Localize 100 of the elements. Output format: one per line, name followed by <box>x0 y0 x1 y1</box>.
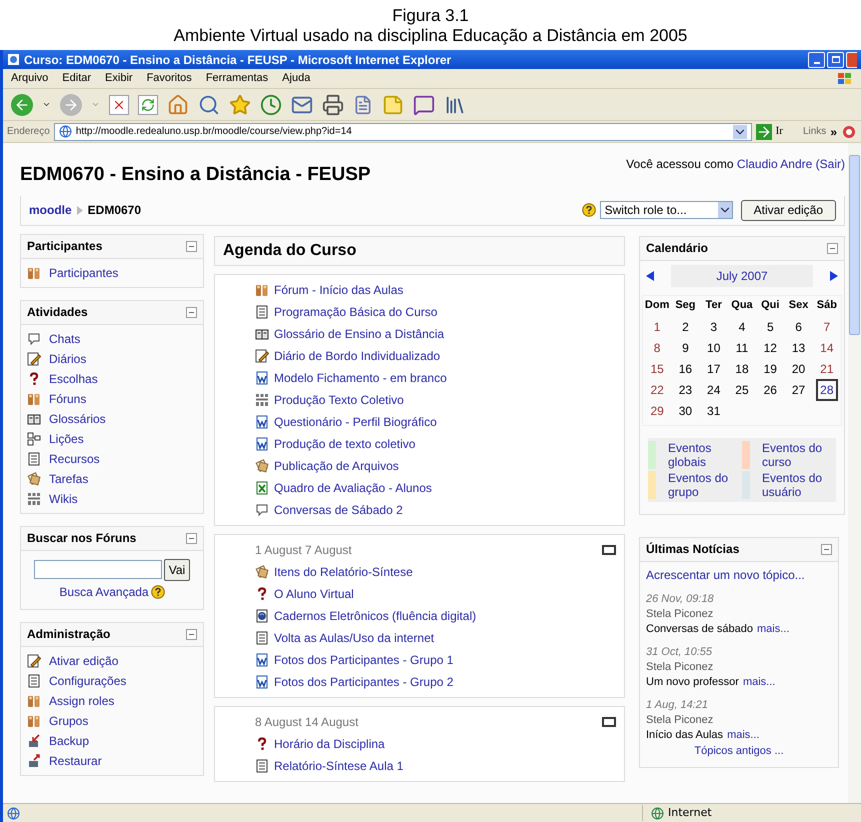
add-topic-link[interactable]: Acrescentar um novo tópico... <box>646 566 832 584</box>
calendar-day[interactable]: 15 <box>646 358 668 380</box>
more-link[interactable]: mais... <box>742 674 776 690</box>
breadcrumb-link[interactable]: moodle <box>29 201 72 219</box>
calendar-day[interactable]: 5 <box>759 316 782 338</box>
next-month-icon[interactable] <box>830 270 838 280</box>
close-button[interactable] <box>846 52 857 68</box>
block-link[interactable]: Participantes <box>49 264 118 282</box>
role-select[interactable]: Switch role to... <box>600 201 733 219</box>
user-link[interactable]: Claudio Andre <box>736 157 812 171</box>
activity-link[interactable]: Produção Texto Coletivo <box>274 390 404 408</box>
document-icon[interactable] <box>353 94 373 114</box>
calendar-day[interactable]: 3 <box>702 316 725 338</box>
go-button[interactable]: Ir <box>756 123 783 140</box>
menu-item[interactable]: Ajuda <box>282 70 310 87</box>
toggle-icon[interactable] <box>602 716 616 726</box>
caret-icon[interactable] <box>42 100 51 109</box>
calendar-day[interactable]: 23 <box>674 378 696 400</box>
activity-link[interactable]: Questionário - Perfil Biográfico <box>274 412 437 430</box>
activity-link[interactable]: Glossário de Ensino a Distância <box>274 324 444 342</box>
block-link[interactable]: Tarefas <box>49 470 88 488</box>
toolbar-icon[interactable] <box>841 124 857 140</box>
calendar-day[interactable]: 8 <box>646 336 668 358</box>
legend-link[interactable]: Eventos do grupo <box>668 470 738 498</box>
activity-link[interactable]: Produção de texto coletivo <box>274 434 416 452</box>
activity-link[interactable]: Quadro de Avaliação - Alunos <box>274 478 432 496</box>
address-field[interactable]: http://moodle.redealuno.usp.br/moodle/course/view.php?id=14 <box>54 122 752 140</box>
block-link[interactable]: Glossários <box>49 410 106 428</box>
block-link[interactable]: Ativar edição <box>49 652 118 670</box>
dropdown-icon[interactable] <box>732 124 747 138</box>
legend-link[interactable]: Eventos globais <box>668 440 738 468</box>
activity-link[interactable]: Fotos dos Participantes - Grupo 1 <box>274 650 454 668</box>
edit-button[interactable]: Ativar edição <box>740 200 836 220</box>
calendar-day[interactable]: 21 <box>816 358 838 380</box>
advanced-search-link[interactable]: Busca Avançada <box>59 582 149 600</box>
activity-link[interactable]: Fotos dos Participantes - Grupo 2 <box>274 672 454 690</box>
printer-icon[interactable] <box>322 94 344 116</box>
calendar-day[interactable]: 13 <box>788 336 810 358</box>
block-link[interactable]: Restaurar <box>49 752 102 770</box>
calendar-day[interactable]: 4 <box>730 316 753 338</box>
help-icon[interactable] <box>582 203 596 217</box>
calendar-day[interactable]: 12 <box>759 336 782 358</box>
block-link[interactable]: Configurações <box>49 672 126 690</box>
block-link[interactable]: Grupos <box>49 712 88 730</box>
scrollbar[interactable] <box>848 143 861 803</box>
calendar-day[interactable]: 7 <box>816 316 838 338</box>
block-link[interactable]: Wikis <box>49 490 78 508</box>
calendar-day[interactable]: 6 <box>788 316 810 338</box>
activity-link[interactable]: Conversas de Sábado 2 <box>274 500 403 518</box>
more-link[interactable]: mais... <box>727 728 760 742</box>
activity-link[interactable]: Volta as Aulas/Uso da internet <box>274 628 434 646</box>
block-link[interactable]: Fóruns <box>49 390 86 408</box>
activity-link[interactable]: Publicação de Arquivos <box>274 456 399 474</box>
toggle-icon[interactable] <box>602 544 616 554</box>
star-icon[interactable] <box>229 94 251 116</box>
search-icon[interactable] <box>198 94 220 116</box>
block-link[interactable]: Chats <box>49 330 80 348</box>
back-icon[interactable] <box>11 94 33 116</box>
activity-link[interactable]: Modelo Fichamento - em branco <box>274 368 447 386</box>
legend-link[interactable]: Eventos do usuário <box>762 470 832 498</box>
legend-link[interactable]: Eventos do curso <box>762 440 832 468</box>
help-icon[interactable] <box>150 584 165 598</box>
calendar-day[interactable]: 18 <box>730 358 753 380</box>
collapse-icon[interactable] <box>186 240 197 252</box>
calendar-day[interactable]: 17 <box>702 358 725 380</box>
calendar-day[interactable]: 20 <box>788 358 810 380</box>
go-button[interactable]: Vai <box>164 558 190 580</box>
calendar-day[interactable]: 30 <box>674 400 696 422</box>
collapse-icon[interactable] <box>186 306 197 318</box>
activity-link[interactable]: Cadernos Eletrônicos (fluência digital) <box>274 606 476 624</box>
home-icon[interactable] <box>167 94 189 116</box>
calendar-day[interactable]: 25 <box>730 378 753 400</box>
calendar-day[interactable]: 9 <box>674 336 696 358</box>
calendar-day[interactable]: 1 <box>646 316 668 338</box>
calendar-day[interactable]: 10 <box>702 336 725 358</box>
links-label[interactable]: Links <box>802 124 826 139</box>
calendar-day[interactable]: 11 <box>730 336 753 358</box>
search-field[interactable] <box>34 560 162 579</box>
calendar-day[interactable]: 31 <box>702 400 725 422</box>
history-icon[interactable] <box>260 94 282 116</box>
activity-link[interactable]: Diário de Bordo Individualizado <box>274 346 440 364</box>
calendar-day[interactable]: 22 <box>646 378 668 400</box>
block-link[interactable]: Recursos <box>49 450 100 468</box>
messenger-icon[interactable] <box>413 94 435 116</box>
chevron-button[interactable]: » <box>830 122 837 140</box>
collapse-icon[interactable] <box>821 544 832 554</box>
calendar-day[interactable]: 28 <box>816 378 838 400</box>
calendar-day[interactable]: 27 <box>788 378 810 400</box>
activity-link[interactable]: Horário da Disciplina <box>274 734 385 752</box>
maximize-button[interactable] <box>827 52 844 68</box>
calendar-day[interactable]: 2 <box>674 316 696 338</box>
activity-link[interactable]: Itens do Relatório-Síntese <box>274 562 413 580</box>
activity-link[interactable]: Relatório-Síntese Aula 1 <box>274 756 404 774</box>
menu-item[interactable]: Ferramentas <box>206 70 268 87</box>
older-topics-link[interactable]: Tópicos antigos ... <box>646 742 832 767</box>
menu-item[interactable]: Editar <box>62 70 92 87</box>
refresh-icon[interactable] <box>138 94 158 114</box>
menu-item[interactable]: Exibir <box>105 70 133 87</box>
previous-month-icon[interactable] <box>646 270 654 280</box>
menu-item[interactable]: Arquivo <box>11 70 48 87</box>
